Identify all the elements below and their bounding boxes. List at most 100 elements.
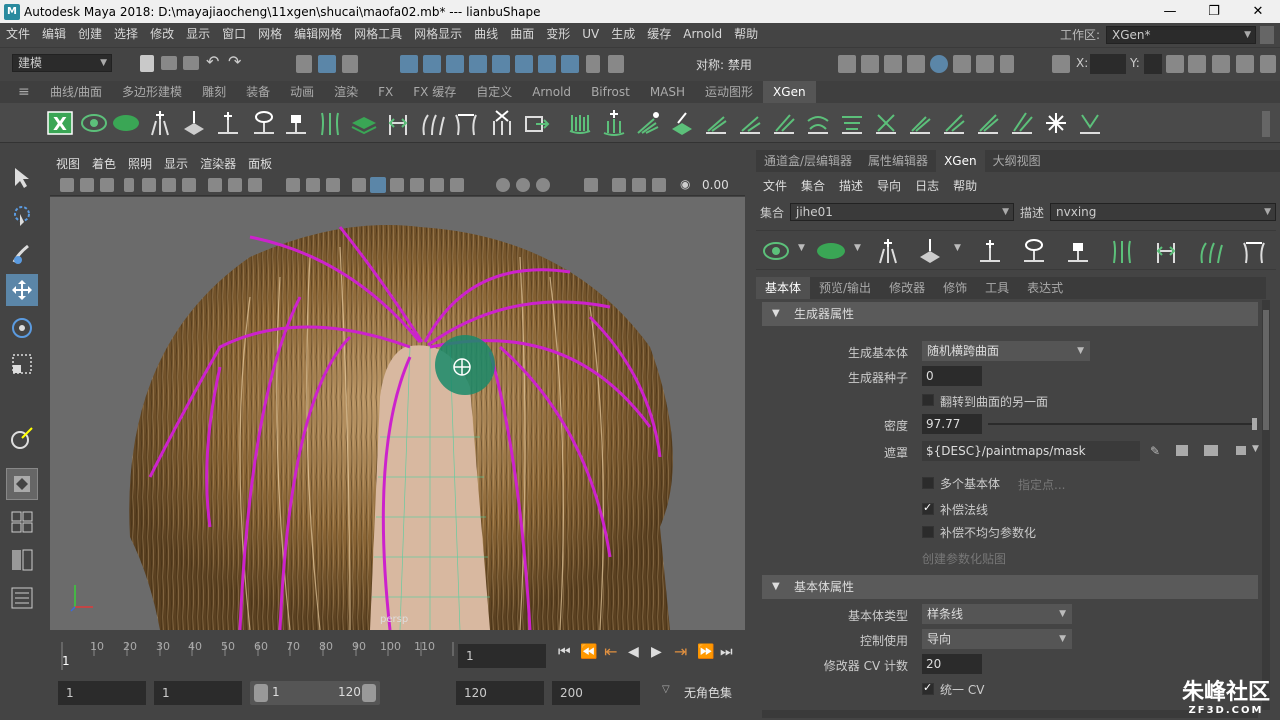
select-tool-icon[interactable] [6, 162, 38, 194]
groom-brush-10-icon[interactable] [940, 109, 968, 137]
menu-create[interactable]: 创建 [72, 23, 108, 46]
subtab-grooming[interactable]: 修饰 [934, 277, 976, 299]
scene-start-field[interactable]: 1 [58, 681, 146, 705]
add-guide-icon[interactable] [146, 109, 174, 137]
collection-dropdown[interactable]: jihe01 ▼ [790, 203, 1014, 221]
render-settings-icon[interactable] [907, 55, 925, 73]
density-layers-icon[interactable] [350, 109, 378, 137]
xgen-menu-log[interactable]: 日志 [908, 177, 946, 194]
grid-toggle-icon[interactable] [182, 178, 196, 192]
playback-start-field[interactable]: 1 [154, 681, 242, 705]
guide-bend-icon[interactable] [1196, 237, 1224, 265]
go-to-start-icon[interactable]: ⏮ [558, 644, 571, 660]
groom-brush-8-icon[interactable] [872, 109, 900, 137]
guide-scale-icon[interactable] [384, 109, 412, 137]
xgen-menu-description[interactable]: 描述 [832, 177, 870, 194]
menu-modify[interactable]: 修改 [144, 23, 180, 46]
place-guide-icon[interactable] [916, 237, 944, 265]
groom-brush-4-icon[interactable] [736, 109, 764, 137]
camera-select-icon[interactable] [60, 178, 74, 192]
groom-brush-9-icon[interactable] [906, 109, 934, 137]
generator-attributes-section[interactable]: ▼ 生成器属性 [762, 302, 1258, 326]
smooth-shade-icon[interactable] [370, 177, 386, 193]
transform-mode-icon[interactable] [1052, 55, 1070, 73]
xgen-menu-file[interactable]: 文件 [756, 177, 794, 194]
leaf-render-icon[interactable] [816, 237, 846, 265]
modeling-toolkit-icon[interactable] [1166, 55, 1184, 73]
guide-comb-icon[interactable] [1108, 237, 1136, 265]
menu-arnold[interactable]: Arnold [677, 23, 728, 46]
chevron-down-icon[interactable]: ▼ [798, 243, 805, 253]
scale-tool-icon[interactable] [6, 348, 38, 380]
safe-action-icon[interactable] [306, 178, 320, 192]
shelf-tab-sculpt[interactable]: 雕刻 [192, 81, 236, 103]
multiple-primitives-checkbox[interactable] [922, 477, 934, 489]
snap-grid-icon[interactable] [400, 55, 418, 73]
groom-brush-1-icon[interactable] [634, 109, 662, 137]
control-using-dropdown[interactable]: 导向 ▼ [922, 629, 1072, 649]
snap-live-icon[interactable] [515, 55, 533, 73]
vp-menu-show[interactable]: 显示 [158, 155, 194, 172]
attribute-editor-icon[interactable] [1212, 55, 1230, 73]
tab-xgen[interactable]: XGen [936, 150, 985, 172]
y-coord-field[interactable] [1144, 54, 1162, 74]
add-guide-icon[interactable] [874, 237, 902, 265]
save-scene-icon[interactable] [183, 56, 199, 70]
expression-icon[interactable] [1236, 446, 1246, 455]
save-map-icon[interactable] [1176, 445, 1188, 456]
next-key-icon[interactable]: ⇥ [674, 642, 687, 661]
shelf-tab-motion-graphics[interactable]: 运动图形 [695, 81, 763, 103]
shelf-tab-xgen[interactable]: XGen [763, 81, 816, 103]
camera-attributes-icon[interactable] [80, 178, 94, 192]
groom-create-icon[interactable] [566, 109, 594, 137]
guide-eye-icon[interactable] [250, 109, 278, 137]
workspace-dropdown[interactable]: XGen* ▼ [1106, 25, 1256, 44]
lights-icon[interactable] [450, 178, 464, 192]
film-gate-icon[interactable] [208, 178, 222, 192]
guide-scale-icon[interactable] [1152, 237, 1180, 265]
shelf-tab-animation[interactable]: 动画 [280, 81, 324, 103]
light-editor-icon[interactable] [976, 55, 994, 73]
go-to-end-icon[interactable]: ⏭ [720, 644, 733, 660]
safe-title-icon[interactable] [326, 178, 340, 192]
render-setup-icon[interactable] [953, 55, 971, 73]
density-slider[interactable] [988, 423, 1254, 425]
guide-lock-icon[interactable] [1064, 237, 1092, 265]
paint-select-tool-icon[interactable] [6, 238, 38, 270]
xray-joints-icon[interactable] [612, 178, 626, 192]
play-back-icon[interactable]: ◀ [628, 644, 639, 660]
menu-mesh-tools[interactable]: 网格工具 [348, 23, 408, 46]
undo-icon[interactable]: ↶ [206, 52, 219, 71]
chevron-down-icon[interactable]: ▼ [954, 243, 961, 253]
lasso-tool-icon[interactable] [6, 200, 38, 232]
shelf-tab-mash[interactable]: MASH [640, 81, 695, 103]
wireframe-on-shaded-icon[interactable] [390, 178, 404, 192]
perspective-viewport[interactable]: persp [50, 197, 745, 630]
snap-surface-icon[interactable] [492, 55, 510, 73]
menu-set-dropdown[interactable]: 建模 ▼ [12, 54, 112, 72]
tab-attribute-editor[interactable]: 属性编辑器 [860, 150, 936, 172]
textured-icon[interactable] [410, 178, 424, 192]
groom-brush-7-icon[interactable] [838, 109, 866, 137]
menu-deform[interactable]: 变形 [540, 23, 576, 46]
folder-icon[interactable] [1204, 445, 1218, 456]
channel-box-icon[interactable] [1260, 55, 1276, 73]
groom-brush-12-icon[interactable] [1008, 109, 1036, 137]
step-back-key-icon[interactable]: ⏪ [580, 644, 597, 660]
vp-menu-view[interactable]: 视图 [50, 155, 86, 172]
bookmark-icon[interactable] [100, 178, 114, 192]
paint-brush-icon[interactable]: ✎ [1150, 444, 1160, 458]
ipr-render-icon[interactable] [884, 55, 902, 73]
guide-rebuild-icon[interactable] [1240, 237, 1268, 265]
gen-seed-field[interactable]: 0 [922, 366, 982, 386]
guide-delete-icon[interactable] [488, 109, 516, 137]
hypershade-icon[interactable] [930, 55, 948, 73]
menu-windows[interactable]: 窗口 [216, 23, 252, 46]
guide-rebuild-icon[interactable] [452, 109, 480, 137]
flip-checkbox[interactable] [922, 394, 934, 406]
groom-brush-2-icon[interactable] [668, 109, 696, 137]
vp-menu-panels[interactable]: 面板 [242, 155, 278, 172]
x-ray-icon[interactable] [430, 178, 444, 192]
guide-comb-icon[interactable] [316, 109, 344, 137]
density-slider-handle[interactable] [1252, 418, 1257, 430]
